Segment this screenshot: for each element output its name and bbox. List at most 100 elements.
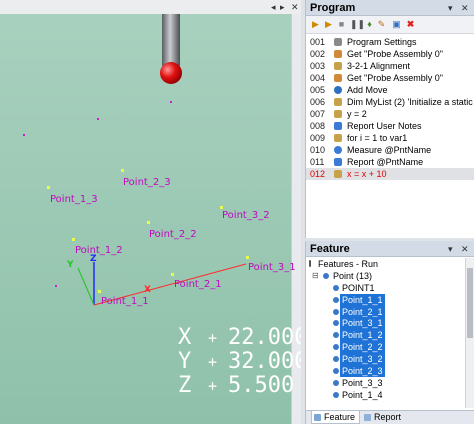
tree-item-selected[interactable]: Point_2_2 [306,341,466,354]
panel-menu-icon[interactable]: ▾ [448,241,453,257]
z-axis-label: Z [90,254,97,264]
point-icon [333,320,339,327]
point-marker [47,186,50,189]
point-label[interactable]: Point_1_3 [50,194,98,205]
point-icon [333,308,339,315]
tree-item[interactable]: Point_1_4 [306,389,466,401]
readout-value: 22.000 [228,325,301,350]
row-text: x = x + 10 [347,169,387,179]
point-marker [97,118,99,120]
pause-icon[interactable]: ❚❚ [350,19,365,30]
close-icon[interactable]: ✕ [461,241,469,257]
tree-group[interactable]: ⊟ Point (13) [306,270,466,282]
tree-item-selected[interactable]: Point_3_1 [306,317,466,330]
program-row[interactable]: 004 Get "Probe Assembly 0" [306,72,474,84]
program-row[interactable]: 001 Program Settings [306,36,474,48]
program-toolbar: ▶ ▶ ■ ❚❚ ♦ ✎ ▣ ✖ [306,16,474,34]
program-row[interactable]: 007 y = 2 [306,108,474,120]
line-number: 001 [310,37,326,47]
stop-icon[interactable]: ■ [336,19,347,30]
point-label[interactable]: Point_1_1 [101,296,149,307]
close-icon[interactable]: ✕ [461,0,469,16]
tree-item-selected[interactable]: Point_2_1 [306,305,466,318]
tree-label: Point_3_2 [340,353,385,366]
probe-icon [334,74,342,82]
probe-icon [334,50,342,58]
program-row[interactable]: 010 Measure @PntName [306,144,474,156]
readout-sign: + [208,329,218,347]
tab-label: Report [374,412,402,422]
window-icon[interactable]: ▣ [391,19,402,30]
readout-axis: Y [178,349,192,374]
measure-icon [334,146,342,154]
program-list: 001 Program Settings 002 Get "Probe Assemb… [306,36,474,180]
program-panel-header: Program ▾ ✕ [306,0,474,16]
program-row-selected[interactable]: 012 x = x + 10 [306,168,474,180]
tree-label: Point_2_3 [340,365,385,378]
point-label[interactable]: Point_2_3 [123,177,171,188]
program-row[interactable]: 006 Dim MyList (2) 'Initialize a static .… [306,96,474,108]
alignment-icon [334,62,342,70]
point-label[interactable]: Point_3_1 [248,262,296,273]
feature-panel-title: Feature [310,243,350,255]
point-label[interactable]: Point_3_2 [222,210,270,221]
step-icon[interactable]: ▶ [323,19,334,30]
tree-item-selected[interactable]: Point_2_3 [306,365,466,378]
line-number: 004 [310,73,326,83]
point-icon [333,284,339,291]
settings-icon[interactable]: ✎ [376,19,387,30]
program-panel-title: Program [310,2,356,14]
point-icon [333,344,339,351]
program-row[interactable]: 009 for i = 1 to var1 [306,132,474,144]
point-label[interactable]: Point_1_2 [75,245,123,256]
tree-item-selected[interactable]: Point_1_2 [306,329,466,342]
readout-x-row: X + 22.000 [178,325,301,350]
y-axis-line [77,267,95,306]
position-readout: X + 22.000 Y + 32.000 Z + 5.500 [178,325,301,398]
feature-scrollbar[interactable] [465,258,474,408]
break-icon[interactable]: ♦ [364,19,375,30]
program-panel: Program ▾ ✕ ▶ ▶ ■ ❚❚ ♦ ✎ ▣ ✖ 001 Program … [305,0,474,238]
run-icon[interactable]: ▶ [310,19,321,30]
row-text: Dim MyList (2) 'Initialize a static ... [347,97,474,107]
row-text: 3-2-1 Alignment [347,61,411,71]
3d-viewport[interactable]: ◂ ▸ ✕ Point_2_3 Point_1_3 Point_3_2 Poin… [0,0,301,424]
scrollbar-thumb[interactable] [467,268,473,338]
row-text: Program Settings [347,37,417,47]
probe-tip [160,62,182,84]
tree-item-selected[interactable]: Point_3_2 [306,353,466,366]
program-row[interactable]: 005 Add Move [306,84,474,96]
tree-label: Point_1_4 [342,389,383,400]
row-text: Get "Probe Assembly 0" [347,73,443,83]
point-icon [333,368,339,375]
readout-axis: Z [178,373,192,398]
tree-label: Features - Run [318,259,379,269]
tree-label: Point_3_3 [342,377,383,388]
variable-icon [334,98,342,106]
point-icon [333,356,339,363]
point-label[interactable]: Point_2_1 [174,279,222,290]
line-number: 003 [310,61,326,71]
point-icon [333,379,339,386]
tree-item-selected[interactable]: Point_1_1 [306,293,466,306]
delete-icon[interactable]: ✖ [405,19,416,30]
line-number: 006 [310,97,326,107]
tree-item[interactable]: Point_3_3 [306,377,466,389]
point-marker [220,206,223,209]
tab-feature[interactable]: Feature [311,411,361,424]
program-row[interactable]: 008 Report User Notes [306,120,474,132]
tab-report[interactable]: Report [362,411,405,424]
collapse-icon[interactable]: ⊟ [312,270,319,282]
tree-item[interactable]: POINT1 [306,282,466,294]
tree-label: POINT1 [342,282,375,293]
readout-sign: + [208,353,218,371]
point-marker [121,169,124,172]
line-number: 012 [310,169,326,179]
program-row[interactable]: 002 Get "Probe Assembly 0" [306,48,474,60]
program-row[interactable]: 011 Report @PntName [306,156,474,168]
point-label[interactable]: Point_2_2 [149,229,197,240]
tree-root[interactable]: Features - Run [306,258,466,270]
info-icon [309,260,311,267]
program-row[interactable]: 003 3-2-1 Alignment [306,60,474,72]
panel-menu-icon[interactable]: ▾ [448,0,453,16]
